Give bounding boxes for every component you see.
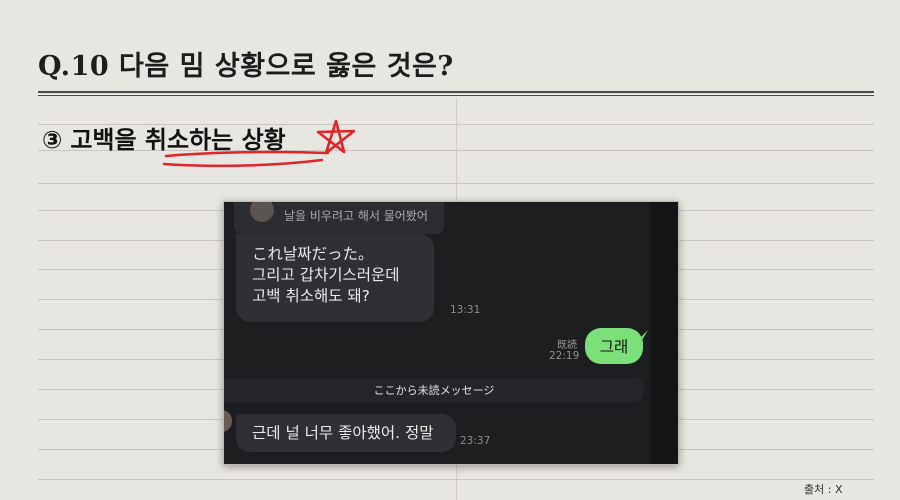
outgoing-message: 그래 [585,328,643,364]
source-credit: 출처 : X [804,483,843,496]
title-rule [38,91,874,93]
incoming-message: 근데 널 너무 좋아했어. 정말 [236,414,456,452]
chat-screenshot: 날을 비우려고 해서 물어봤어 これ날짜だった。 그리고 갑차기스러운데 고백 … [223,201,679,465]
question-title: Q.10 다음 밈 상황으로 옳은 것은? [38,51,454,82]
title-rule [38,95,874,96]
avatar [224,410,232,432]
red-underline-scribble [162,150,330,168]
quiz-slide: Q.10 다음 밈 상황으로 옳은 것은? ③ 고백을 취소하는 상황 날을 비우… [0,0,900,500]
red-star-icon [316,119,356,155]
incoming-message: これ날짜だった。 그리고 갑차기스러운데 고백 취소해도 돼? [236,234,434,322]
message-line: 고백 취소해도 돼? [252,287,370,305]
unread-divider: ここから未読メッセージ [224,378,644,402]
message-time: 23:37 [460,435,491,447]
reply-preview: 날을 비우려고 해서 물어봤어 [284,209,428,223]
answer-number: ③ [42,126,63,154]
screenshot-edge [650,202,678,464]
message-time: 22:19 [549,350,580,362]
message-line: これ날짜だった。 [252,245,374,263]
message-line: 그리고 갑차기스러운데 [252,266,400,284]
message-time: 13:31 [450,304,481,316]
bubble-tail [638,330,648,340]
read-receipt: 既読 [557,340,577,351]
